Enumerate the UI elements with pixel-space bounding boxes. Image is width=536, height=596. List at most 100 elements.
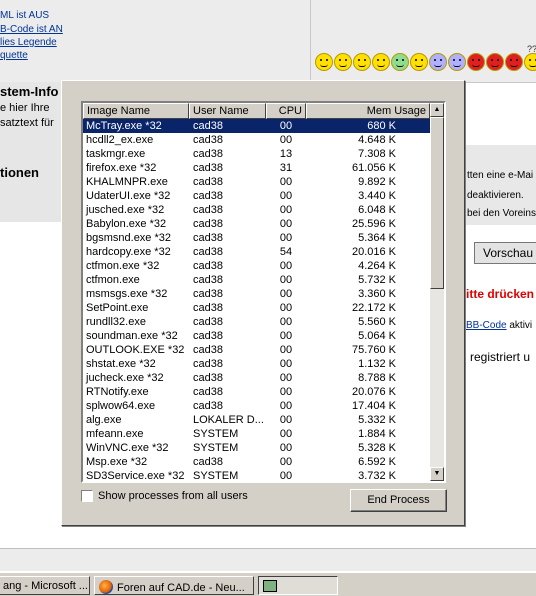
process-row[interactable]: firefox.exe *32 cad38 31 61.056 K	[83, 161, 430, 175]
alert-text: itte drücken	[466, 287, 535, 301]
process-row[interactable]: ctfmon.exe cad38 00 5.732 K	[83, 273, 430, 287]
smiley-icon[interactable]	[429, 53, 447, 71]
process-row[interactable]: alg.exe LOKALER D... 00 5.332 K	[83, 413, 430, 427]
smiley-icon[interactable]	[467, 53, 485, 71]
process-image-name: ctfmon.exe *32	[86, 260, 160, 272]
process-row[interactable]: hcdll2_ex.exe cad38 00 4.648 K	[83, 133, 430, 147]
process-cpu: 00	[279, 372, 293, 384]
options-heading: tionen	[0, 165, 39, 180]
taskbar-item-outlook-label: ang - Microsoft ...	[3, 580, 88, 592]
process-cpu: 00	[279, 260, 293, 272]
column-user-name[interactable]: User Name	[189, 103, 266, 119]
process-mem-usage: 20.016 K	[351, 246, 396, 258]
netiquette-link[interactable]: quette	[0, 50, 28, 61]
process-row[interactable]: soundman.exe *32 cad38 00 5.064 K	[83, 329, 430, 343]
scrollbar-thumb[interactable]	[430, 117, 444, 289]
process-image-name: alg.exe	[86, 414, 122, 426]
taskbar-item-task-manager[interactable]	[258, 576, 338, 595]
smiley-icon[interactable]	[524, 53, 536, 71]
process-row[interactable]: SetPoint.exe cad38 00 22.172 K	[83, 301, 430, 315]
process-cpu: 00	[279, 358, 293, 370]
process-user-name: cad38	[193, 400, 223, 412]
process-cpu: 13	[279, 148, 293, 160]
process-image-name: soundman.exe *32	[86, 330, 178, 342]
smiley-icon[interactable]	[353, 53, 371, 71]
process-user-name: cad38	[193, 302, 223, 314]
process-mem-usage: 6.592 K	[358, 456, 396, 468]
process-row[interactable]: taskmgr.exe cad38 13 7.308 K	[83, 147, 430, 161]
process-row[interactable]: SD3Service.exe *32 SYSTEM 00 3.732 K	[83, 469, 430, 481]
process-row[interactable]: rundll32.exe cad38 00 5.560 K	[83, 315, 430, 329]
process-mem-usage: 3.440 K	[358, 190, 396, 202]
smiley-icon[interactable]	[486, 53, 504, 71]
process-mem-usage: 17.404 K	[351, 400, 396, 412]
process-list[interactable]: Image Name User Name CPU Mem Usage McTra…	[81, 101, 446, 483]
show-all-users-checkbox[interactable]	[81, 490, 93, 502]
show-all-users-option[interactable]: Show processes from all users	[81, 490, 248, 502]
smiley-icon[interactable]	[448, 53, 466, 71]
process-image-name: jucheck.exe *32	[86, 372, 164, 384]
process-image-name: splwow64.exe	[86, 400, 156, 412]
legend-link[interactable]: lies Legende	[0, 37, 57, 48]
smiley-icon[interactable]	[505, 53, 523, 71]
process-row[interactable]: WinVNC.exe *32 SYSTEM 00 5.328 K	[83, 441, 430, 455]
end-process-button[interactable]: End Process	[350, 489, 447, 512]
process-row[interactable]: OUTLOOK.EXE *32 cad38 00 75.760 K	[83, 343, 430, 357]
taskbar-item-outlook[interactable]: ang - Microsoft ...	[0, 576, 90, 595]
smiley-icon[interactable]	[334, 53, 352, 71]
column-mem-usage[interactable]: Mem Usage	[306, 103, 430, 119]
process-mem-usage: 4.648 K	[358, 134, 396, 146]
process-list-scrollbar[interactable]: ▲ ▼	[430, 103, 444, 481]
smiley-icon[interactable]	[372, 53, 390, 71]
task-manager-icon	[263, 580, 277, 592]
process-row[interactable]: jucheck.exe *32 cad38 00 8.788 K	[83, 371, 430, 385]
right-text-3: bei den Voreins	[467, 208, 536, 219]
scroll-up-arrow-icon[interactable]: ▲	[430, 103, 444, 117]
process-mem-usage: 75.760 K	[351, 344, 396, 356]
process-image-name: hardcopy.exe *32	[86, 246, 171, 258]
process-row[interactable]: McTray.exe *32 cad38 00 680 K	[83, 119, 430, 133]
process-row[interactable]: KHALMNPR.exe cad38 00 9.892 K	[83, 175, 430, 189]
smiley-row	[315, 53, 536, 71]
scroll-down-arrow-icon[interactable]: ▼	[430, 467, 444, 481]
process-row[interactable]: msmsgs.exe *32 cad38 00 3.360 K	[83, 287, 430, 301]
process-row[interactable]: splwow64.exe cad38 00 17.404 K	[83, 399, 430, 413]
process-row[interactable]: Msp.exe *32 cad38 00 6.592 K	[83, 455, 430, 469]
process-mem-usage: 3.360 K	[358, 288, 396, 300]
smiley-icon[interactable]	[391, 53, 409, 71]
bbcode-link[interactable]: BB-Code	[466, 320, 507, 331]
process-image-name: bgsmsnd.exe *32	[86, 232, 171, 244]
process-row[interactable]: UdaterUI.exe *32 cad38 00 3.440 K	[83, 189, 430, 203]
process-row[interactable]: ctfmon.exe *32 cad38 00 4.264 K	[83, 259, 430, 273]
column-cpu[interactable]: CPU	[266, 103, 306, 119]
process-cpu: 00	[279, 302, 293, 314]
process-row[interactable]: bgsmsnd.exe *32 cad38 00 5.364 K	[83, 231, 430, 245]
taskbar-item-firefox[interactable]: Foren auf CAD.de - Neu...	[94, 576, 254, 595]
smiley-icon[interactable]	[410, 53, 428, 71]
process-mem-usage: 5.064 K	[358, 330, 396, 342]
process-row[interactable]: hardcopy.exe *32 cad38 54 20.016 K	[83, 245, 430, 259]
process-image-name: UdaterUI.exe *32	[86, 190, 171, 202]
process-image-name: hcdll2_ex.exe	[86, 134, 154, 146]
process-cpu: 00	[279, 414, 293, 426]
process-cpu: 00	[279, 442, 293, 454]
bbcode-line: BB-Code aktivi	[466, 320, 532, 331]
smiley-icon[interactable]	[315, 53, 333, 71]
process-user-name: cad38	[193, 176, 223, 188]
firefox-icon	[99, 580, 113, 594]
process-user-name: cad38	[193, 134, 223, 146]
preview-button[interactable]: Vorschau	[474, 242, 536, 264]
process-row[interactable]: RTNotify.exe cad38 00 20.076 K	[83, 385, 430, 399]
bbcode-status-link[interactable]: B-Code ist AN	[0, 24, 63, 35]
column-image-name[interactable]: Image Name	[83, 103, 189, 119]
process-row[interactable]: Babylon.exe *32 cad38 00 25.596 K	[83, 217, 430, 231]
process-row[interactable]: jusched.exe *32 cad38 00 6.048 K	[83, 203, 430, 217]
process-row[interactable]: mfeann.exe SYSTEM 00 1.884 K	[83, 427, 430, 441]
process-row[interactable]: shstat.exe *32 cad38 00 1.132 K	[83, 357, 430, 371]
left-text-2: satztext für	[0, 117, 54, 129]
process-image-name: WinVNC.exe *32	[86, 442, 169, 454]
process-image-name: firefox.exe *32	[86, 162, 157, 174]
process-mem-usage: 5.732 K	[358, 274, 396, 286]
bbcode-suffix: aktivi	[506, 320, 533, 331]
process-image-name: KHALMNPR.exe	[86, 176, 168, 188]
